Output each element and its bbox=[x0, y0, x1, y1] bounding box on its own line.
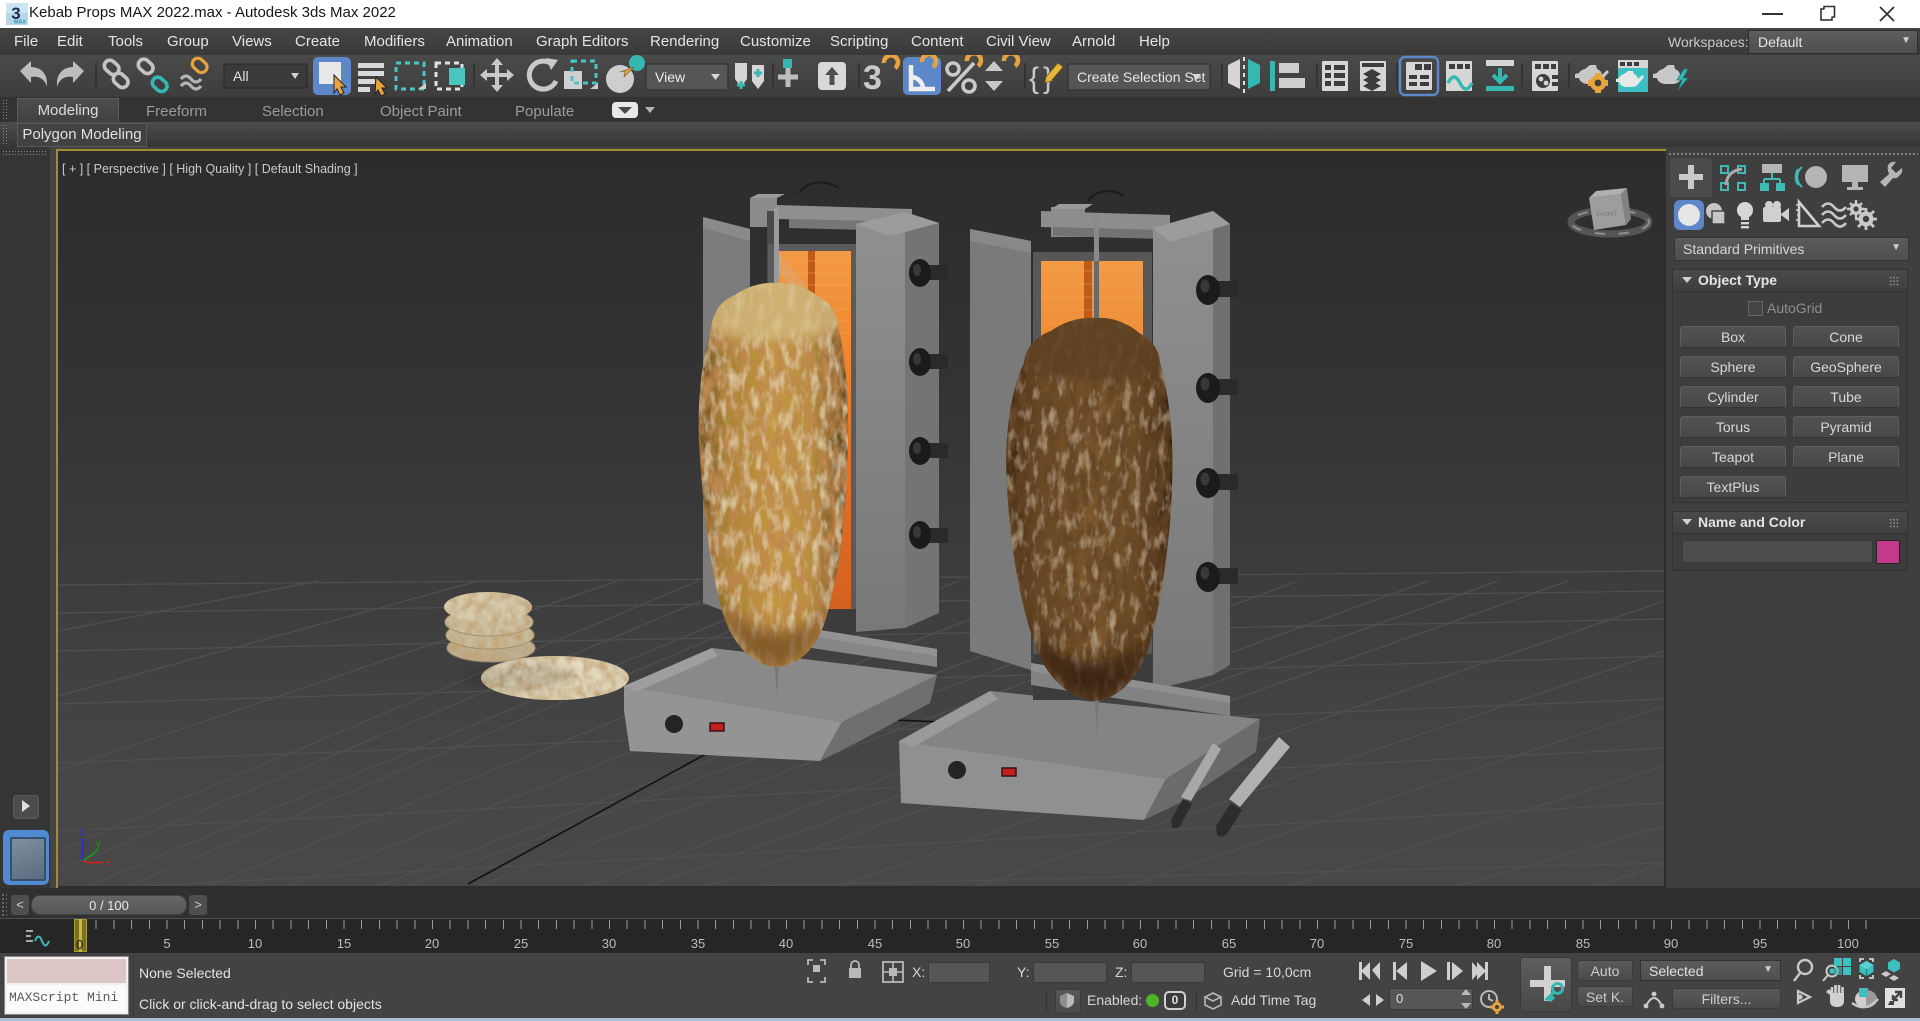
svg-text:3: 3 bbox=[863, 59, 882, 97]
svg-text:MAX: MAX bbox=[14, 20, 27, 26]
svg-text:All: All bbox=[233, 68, 249, 84]
svg-text:x: x bbox=[106, 857, 111, 868]
svg-text:[ + ] [ Perspective ] [ High Q: [ + ] [ Perspective ] [ High Quality ] [… bbox=[62, 162, 358, 176]
svg-text:Create Selection Set: Create Selection Set bbox=[1077, 69, 1206, 85]
svg-text:y: y bbox=[96, 839, 101, 850]
svg-text:z: z bbox=[79, 827, 84, 838]
svg-text:{: { bbox=[1029, 62, 1039, 95]
svg-text:View: View bbox=[655, 69, 686, 85]
